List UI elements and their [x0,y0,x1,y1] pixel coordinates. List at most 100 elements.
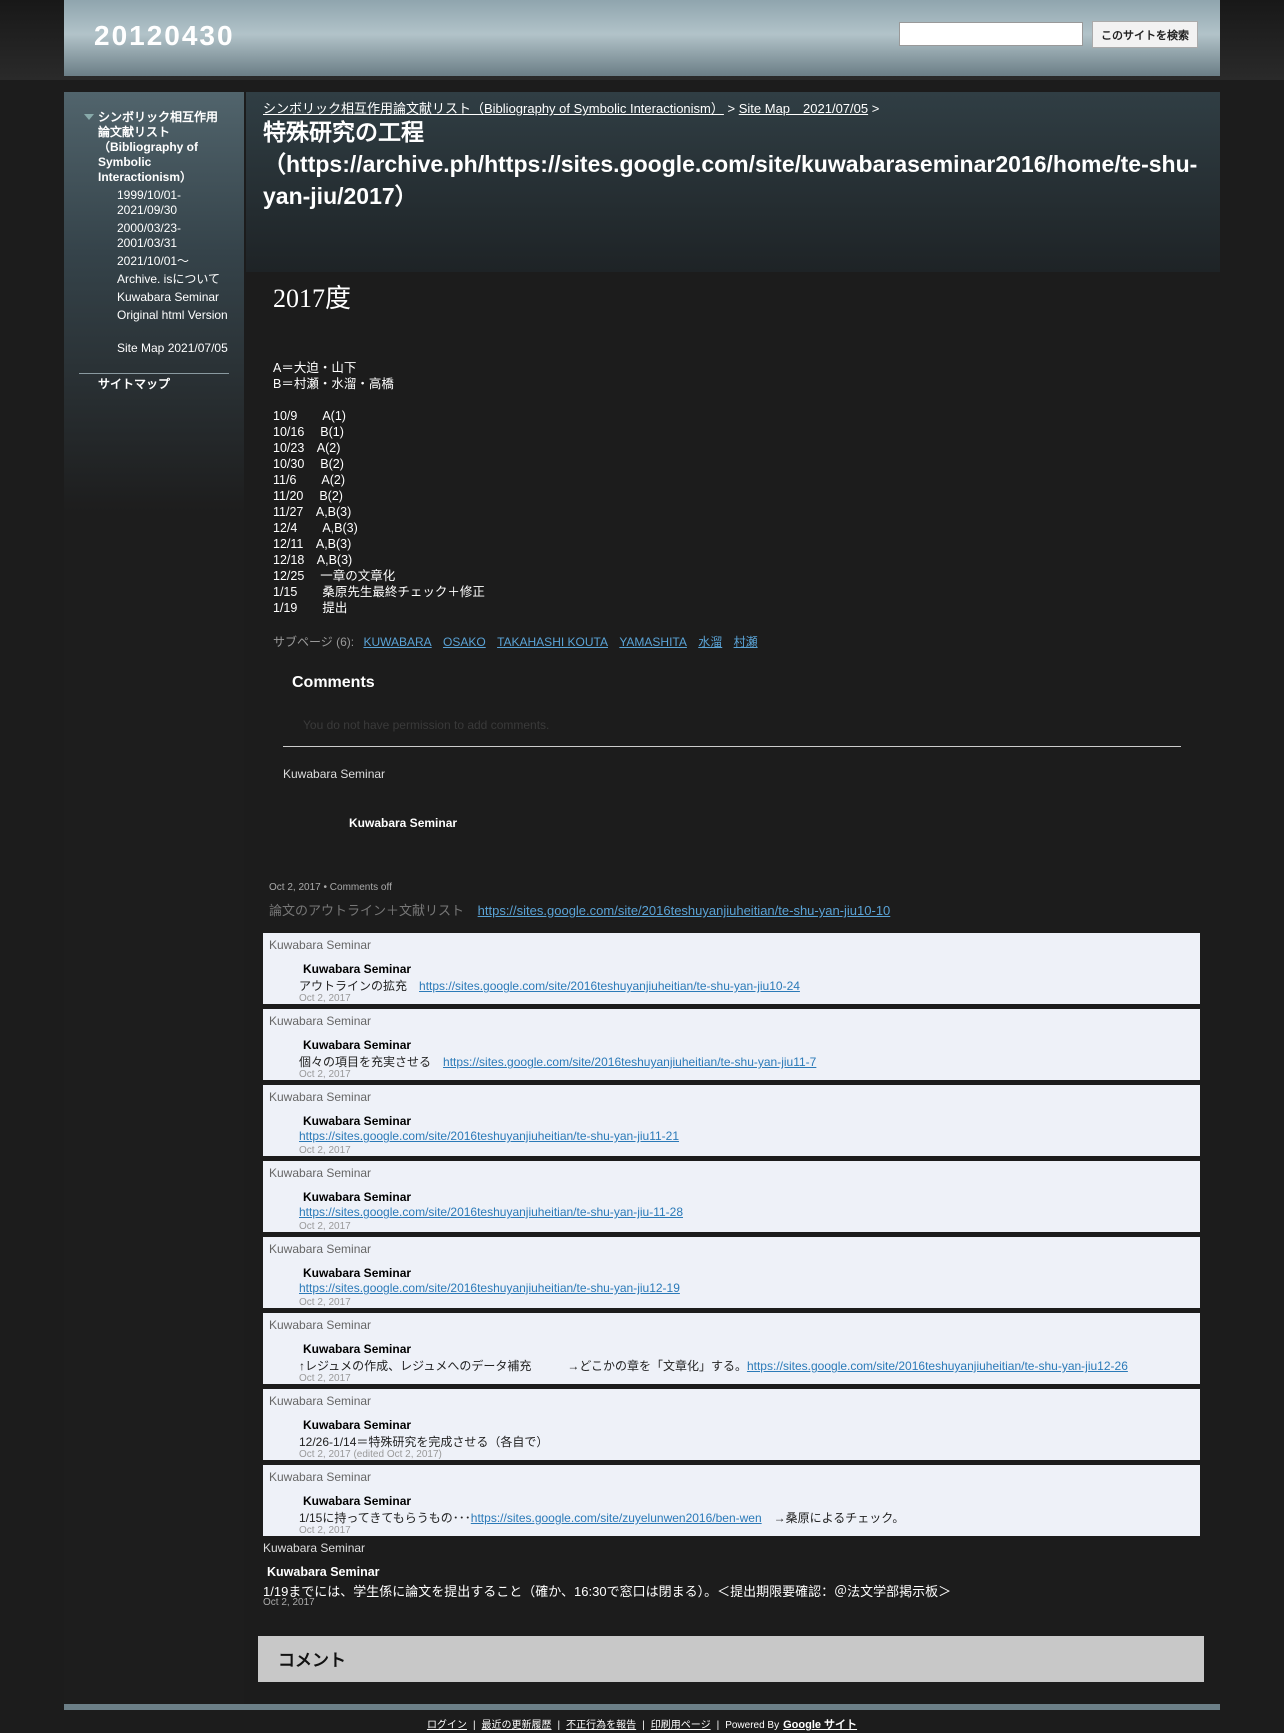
footer-separator: | [557,1720,561,1731]
footer-print-link[interactable]: 印刷用ページ [651,1720,711,1731]
subpages: サブページ (6): KUWABARA OSAKO TAKAHASHI KOUT… [273,633,760,650]
footer: ログイン | 最近の更新履歴 | 不正行為を報告 | 印刷用ページ | Powered By Go… [0,1716,1284,1732]
comments-heading: Comments [292,674,375,691]
post-text: https://sites.google.com/site/2016teshuy… [299,1281,680,1295]
avatar: Kuwabara Seminar [263,1541,366,1555]
post-link[interactable]: https://sites.google.com/site/2016teshuy… [419,979,800,993]
divider [283,746,1181,747]
post-meta: Oct 2, 2017 • Comments off [269,882,392,893]
search-button[interactable]: このサイトを検索 [1092,21,1198,48]
post-date: Oct 2, 2017 [299,993,351,1004]
comment-section-title: コメント [278,1651,346,1670]
post-date: Oct 2, 2017 (edited Oct 2, 2017) [299,1449,442,1460]
breadcrumb: シンボリック相互作用論文献リスト（Bibliography of Symboli… [263,98,879,117]
post-text-after: →桑原によるチェック。 [761,1511,905,1525]
post-link[interactable]: https://sites.google.com/site/2016teshuy… [443,1055,816,1069]
post-link[interactable]: https://sites.google.com/site/2016teshuy… [747,1359,1128,1373]
author-name: Kuwabara Seminar [349,816,458,830]
footer-login-link[interactable]: ログイン [427,1720,467,1731]
post-date: Oct 2, 2017 [299,1145,351,1156]
post-text: 12/26-1/14＝特殊研究を完成させる（各自で） [299,1433,548,1450]
content-heading: 2017度 [273,284,352,313]
subpages-label: サブページ (6): [273,635,355,649]
author-name: Kuwabara Seminar [303,1494,412,1508]
sidebar-item-sitemap-date[interactable]: Site Map 2021/07/05 [117,341,237,356]
sidebar: シンボリック相互作用論文献リスト（Bibliography of Symboli… [64,92,244,1704]
avatar: Kuwabara Seminar [269,1014,372,1028]
schedule-line: 1/19 提出 [273,601,348,615]
post-link[interactable]: https://sites.google.com/site/2016teshuy… [299,1281,680,1295]
collapse-triangle-icon[interactable] [84,114,94,120]
avatar: Kuwabara Seminar [283,767,386,781]
subpage-link[interactable]: KUWABARA [363,635,431,649]
sidebar-item-2021[interactable]: 2021/10/01～ [117,254,237,269]
avatar: Kuwabara Seminar [269,1318,372,1332]
breadcrumb-link-bibliography[interactable]: シンボリック相互作用論文献リスト（Bibliography of Symboli… [263,101,724,116]
site-header: 20120430 このサイトを検索 [64,0,1220,76]
post-item: Kuwabara Seminar Kuwabara Seminar アウトラインの拡… [263,933,1200,1004]
first-post-link[interactable]: https://sites.google.com/site/2016teshuy… [478,903,891,918]
post-date: Oct 2, 2017 [299,1069,351,1080]
post-item: Kuwabara Seminar Kuwabara Seminar 個々の項目を充実… [263,1009,1200,1080]
sidebar-sitemap-link[interactable]: サイトマップ [98,375,170,392]
bullet: • [323,882,327,893]
footer-separator: | [716,1720,720,1731]
breadcrumb-link-sitemap[interactable]: Site Map 2021/07/05 [739,101,868,116]
site-title[interactable]: 20120430 [94,20,235,52]
post-date: Oct 2, 2017 [299,1373,351,1384]
post-link[interactable]: https://sites.google.com/site/2016teshuy… [299,1205,683,1219]
post-date: Oct 2, 2017 [299,1297,351,1308]
no-permission-text: You do not have permission to add commen… [303,718,550,732]
footer-separator: | [472,1720,476,1731]
sidebar-item-original-html[interactable]: Original html Version [117,308,237,323]
post-text-body: 1/15に持ってきてもらうもの･･･ [299,1511,471,1525]
author-name: Kuwabara Seminar [303,1266,412,1280]
avatar: Kuwabara Seminar [269,1470,372,1484]
footer-report-link[interactable]: 不正行為を報告 [566,1720,636,1731]
post-link[interactable]: https://sites.google.com/site/zuyelunwen… [471,1511,762,1525]
post-text: https://sites.google.com/site/2016teshuy… [299,1205,683,1219]
sidebar-item-2000[interactable]: 2000/03/23-2001/03/31 [117,221,237,251]
subpage-link[interactable]: OSAKO [443,635,486,649]
avatar: Kuwabara Seminar [269,1090,372,1104]
post-text-body: アウトラインの拡充 [299,979,420,993]
sidebar-item-bibliography[interactable]: シンボリック相互作用論文献リスト（Bibliography of Symboli… [98,110,224,185]
post-text-body: 12/26-1/14＝特殊研究を完成させる（各自で） [299,1435,549,1449]
comment-section: コメント [258,1636,1204,1682]
post-text: 個々の項目を充実させる https://sites.google.com/sit… [299,1053,816,1070]
footer-google-sites-link[interactable]: Google サイト [783,1719,857,1731]
subpage-link[interactable]: 水溜 [698,635,722,649]
comments-off-label: Comments off [329,882,392,893]
group-line: B＝村瀬・水溜・高橋 [273,377,394,391]
post-text: 1/15に持ってきてもらうもの･･･https://sites.google.c… [299,1509,904,1526]
first-post-line: 論文のアウトライン＋文献リスト https://sites.google.com… [269,900,890,919]
page-title: 特殊研究の工程（https://archive.ph/https://sites… [263,119,1198,209]
sidebar-item-kuwabara[interactable]: Kuwabara Seminar [117,290,237,305]
subpage-link[interactable]: YAMASHITA [619,635,687,649]
post-text: https://sites.google.com/site/2016teshuy… [299,1129,679,1143]
sidebar-divider [79,373,229,374]
footer-recent-link[interactable]: 最近の更新履歴 [482,1720,552,1731]
footer-bar [64,1704,1220,1710]
footer-powered-by: Powered By [725,1720,780,1731]
author-name: Kuwabara Seminar [303,1038,412,1052]
post-date: Oct 2, 2017 [269,882,321,893]
post-link[interactable]: https://sites.google.com/site/2016teshuy… [299,1129,679,1143]
post-text-body: ↑レジュメの作成、レジュメへのデータ補充 →どこかの章を「文章化」する。 [299,1359,747,1373]
author-name: Kuwabara Seminar [303,1190,412,1204]
post-item: Kuwabara Seminar Kuwabara Seminar https://… [263,1085,1200,1156]
post-item: Kuwabara Seminar Kuwabara Seminar https://… [263,1161,1200,1232]
post-text: アウトラインの拡充 https://sites.google.com/site/… [299,977,800,994]
post-date: Oct 2, 2017 [299,1525,351,1536]
avatar: Kuwabara Seminar [269,1166,372,1180]
sidebar-item-1999[interactable]: 1999/10/01-2021/09/30 [117,188,237,218]
subpage-link[interactable]: TAKAHASHI KOUTA [497,635,608,649]
search-input[interactable] [899,22,1083,46]
subpage-link[interactable]: 村瀬 [734,635,758,649]
post-date: Oct 2, 2017 [263,1597,315,1608]
avatar: Kuwabara Seminar [269,938,372,952]
post-date: Oct 2, 2017 [299,1221,351,1232]
author-name: Kuwabara Seminar [303,962,412,976]
sidebar-item-archive[interactable]: Archive. isについて [117,272,237,287]
avatar: Kuwabara Seminar [269,1242,372,1256]
